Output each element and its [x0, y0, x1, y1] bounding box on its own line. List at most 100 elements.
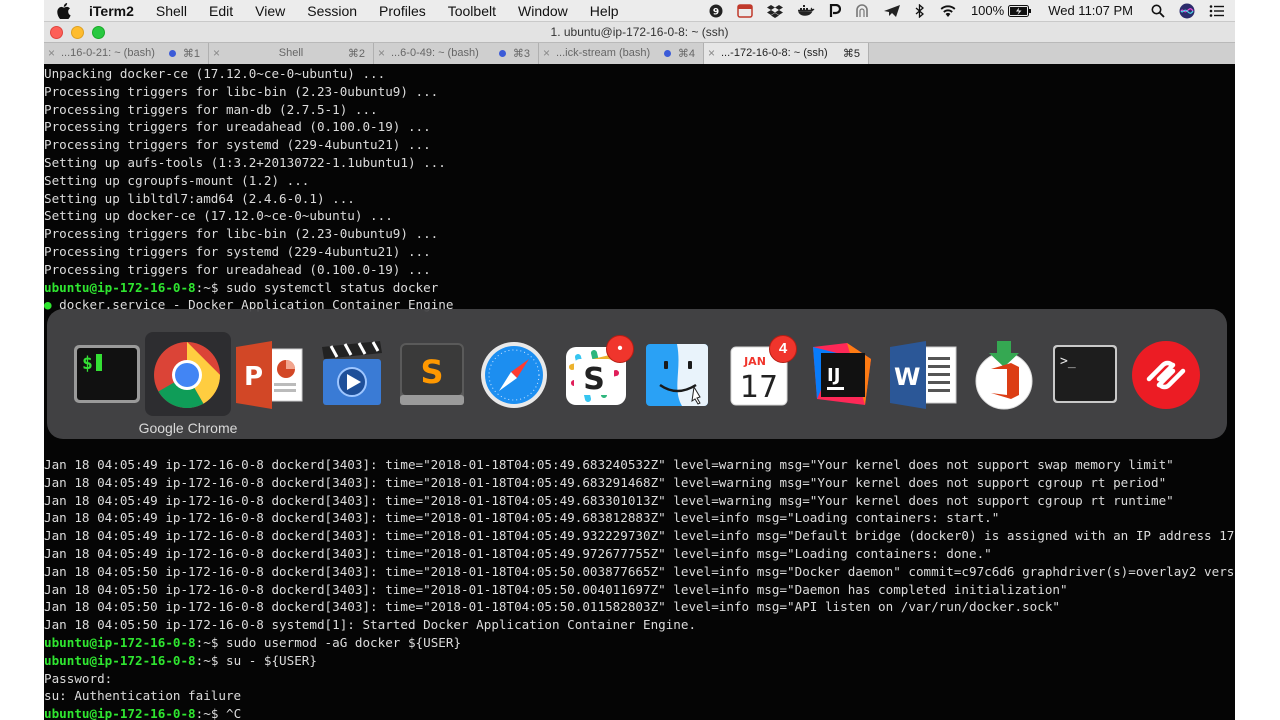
wifi-icon[interactable]: [939, 4, 957, 18]
tab-activity-dot: [664, 50, 671, 57]
terminal-line: ubuntu@ip-172-16-0-8:~$ sudo systemctl s…: [44, 279, 438, 297]
tab-4[interactable]: × ...ick-stream (bash) ⌘4: [539, 43, 704, 64]
menu-edit[interactable]: Edit: [209, 3, 233, 19]
calendar-month: JAN: [743, 355, 766, 368]
window-title: 1. ubuntu@ip-172-16-0-8: ~ (ssh): [550, 25, 729, 39]
app-switcher: $ P S S • JAN 17 4 IJ W >_ Google Chrome: [47, 309, 1227, 439]
tab-5[interactable]: × ...-172-16-0-8: ~ (ssh) ⌘5: [704, 43, 869, 64]
terminal-line: Setting up aufs-tools (1:3.2+20130722-1.…: [44, 154, 446, 172]
terminal-line: Setting up cgroupfs-mount (1.2) ...: [44, 172, 309, 190]
battery-icon[interactable]: [1008, 4, 1032, 17]
app-switcher-selected-name: Google Chrome: [138, 420, 238, 436]
spotlight-icon[interactable]: [1151, 4, 1165, 18]
tab-2[interactable]: × Shell ⌘2: [209, 43, 374, 64]
tab-shortcut: ⌘2: [347, 48, 365, 60]
intellij-glyph: IJ: [827, 365, 840, 386]
menu-help[interactable]: Help: [590, 3, 619, 19]
fantastical-icon[interactable]: [737, 3, 753, 18]
powerpoint-icon[interactable]: P: [234, 339, 304, 411]
terminal-line: Processing triggers for ureadahead (0.10…: [44, 118, 431, 136]
authy-icon[interactable]: [1131, 339, 1201, 411]
terminal-line: Processing triggers for man-db (2.7.5-1)…: [44, 101, 378, 119]
terminal-icon[interactable]: >_: [1050, 339, 1120, 411]
bluetooth-icon[interactable]: [915, 3, 925, 18]
tab-activity-dot: [499, 50, 506, 57]
terminal-line-text: Setting up aufs-tools (1:3.2+20130722-1.…: [44, 155, 446, 170]
tab-1[interactable]: × ...16-0-21: ~ (bash) ⌘1: [44, 43, 209, 64]
terminal-line: Jan 18 04:05:49 ip-172-16-0-8 dockerd[34…: [44, 492, 1174, 510]
menu-toolbelt[interactable]: Toolbelt: [448, 3, 496, 19]
menu-window[interactable]: Window: [518, 3, 568, 19]
battery-percent[interactable]: 100%: [971, 3, 1004, 18]
terminal-line-text: Jan 18 04:05:50 ip-172-16-0-8 dockerd[34…: [44, 563, 1235, 579]
menu-view[interactable]: View: [255, 3, 285, 19]
terminal-line-text: Jan 18 04:05:49 ip-172-16-0-8 dockerd[34…: [44, 546, 992, 561]
finder-icon[interactable]: [642, 339, 712, 411]
screenflow-icon[interactable]: [317, 339, 387, 411]
terminal-line-text: Unpacking docker-ce (17.12.0~ce-0~ubuntu…: [44, 66, 386, 81]
menu-session[interactable]: Session: [307, 3, 357, 19]
terminal-line-text: Jan 18 04:05:49 ip-172-16-0-8 dockerd[34…: [44, 528, 1235, 544]
tab-label: ...16-0-21: ~ (bash): [61, 47, 155, 59]
terminal-line-text: Processing triggers for libc-bin (2.23-0…: [44, 226, 439, 242]
airmail-icon[interactable]: [883, 4, 901, 18]
terminal-line: Processing triggers for libc-bin (2.23-0…: [44, 225, 438, 243]
terminal-line-text: Setting up docker-ce (17.12.0~ce-0~ubunt…: [44, 208, 393, 224]
tab-shortcut: ⌘1: [182, 48, 200, 60]
tab-label: ...-172-16-0-8: ~ (ssh): [721, 47, 828, 59]
terminal-line-text: Password:: [44, 670, 113, 686]
terminal-line-text: Processing triggers for libc-bin (2.23-0…: [44, 83, 439, 99]
terminal-line-text: Jan 18 04:05:49 ip-172-16-0-8 dockerd[34…: [44, 510, 1000, 526]
terminal-line-text: Processing triggers for man-db (2.7.5-1)…: [44, 101, 378, 117]
chrome-icon[interactable]: [152, 339, 222, 411]
tab-3[interactable]: × ...6-0-49: ~ (bash) ⌘3: [374, 43, 539, 64]
app-menu-iterm2[interactable]: iTerm2: [89, 3, 134, 19]
tab-close-icon[interactable]: ×: [48, 46, 55, 60]
tab-label: ...6-0-49: ~ (bash): [391, 47, 479, 59]
terminal-line-text: Jan 18 04:05:49 ip-172-16-0-8 dockerd[34…: [44, 457, 1174, 472]
tab-close-icon[interactable]: ×: [543, 46, 550, 60]
tab-close-icon[interactable]: ×: [378, 46, 385, 60]
shell-prompt: ubuntu@ip-172-16-0-8: [44, 635, 196, 650]
tab-label: ...ick-stream (bash): [556, 47, 651, 59]
terminal-line: Processing triggers for ureadahead (0.10…: [44, 261, 431, 279]
svg-text:9: 9: [713, 7, 719, 17]
unknown-arch-icon[interactable]: [855, 3, 869, 18]
notification-center-icon[interactable]: [1209, 4, 1225, 18]
terminal-line-text: Jan 18 04:05:50 ip-172-16-0-8 dockerd[34…: [44, 581, 1068, 597]
menu-bar: iTerm2 Shell Edit View Session Profiles …: [44, 0, 1235, 22]
word-icon[interactable]: W: [888, 339, 958, 411]
office-installer-icon[interactable]: [969, 339, 1039, 411]
tab-activity-dot: [169, 50, 176, 57]
productive-icon[interactable]: [829, 3, 841, 18]
terminal-line-text: Jan 18 04:05:50 ip-172-16-0-8 systemd[1]…: [44, 617, 697, 633]
safari-icon[interactable]: [479, 339, 549, 411]
terminal-line-text: :~$ sudo systemctl status docker: [195, 279, 439, 295]
tab-close-icon[interactable]: ×: [708, 46, 715, 60]
menu-shell[interactable]: Shell: [156, 3, 187, 19]
terminal-line-text: Jan 18 04:05:49 ip-172-16-0-8 dockerd[34…: [44, 492, 1174, 508]
terminal-line: Unpacking docker-ce (17.12.0~ce-0~ubuntu…: [44, 65, 385, 83]
terminal-line-text: Processing triggers for ureadahead (0.10…: [44, 119, 431, 135]
terminal-line-text: :~$ sudo usermod -aG docker ${USER}: [195, 635, 462, 650]
siri-icon[interactable]: [1179, 3, 1195, 19]
svg-text:P: P: [244, 362, 263, 392]
apple-menu-icon[interactable]: [57, 2, 71, 19]
shell-prompt: ubuntu@ip-172-16-0-8: [44, 706, 196, 720]
calendar-badge: 4: [769, 335, 797, 363]
menubar-clock[interactable]: Wed 11:07 PM: [1048, 3, 1133, 18]
terminal-line: Processing triggers for libc-bin (2.23-0…: [44, 83, 438, 101]
dropbox-icon[interactable]: [766, 4, 783, 18]
terminal-glyph: >_: [1060, 354, 1076, 369]
terminal-line-text: Jan 18 04:05:49 ip-172-16-0-8 dockerd[34…: [44, 474, 1167, 490]
intellij-icon[interactable]: IJ: [807, 339, 877, 411]
sublime-icon[interactable]: S: [397, 339, 467, 411]
terminal-line-text: Processing triggers for ureadahead (0.10…: [44, 261, 431, 277]
docker-icon[interactable]: [797, 4, 815, 18]
terminal-line: Jan 18 04:05:50 ip-172-16-0-8 dockerd[34…: [44, 563, 1235, 581]
tab-shortcut: ⌘3: [512, 48, 530, 60]
alfred-icon[interactable]: 9: [709, 4, 723, 18]
menu-profiles[interactable]: Profiles: [379, 3, 426, 19]
terminal-line: Setting up docker-ce (17.12.0~ce-0~ubunt…: [44, 207, 393, 225]
iterm-icon[interactable]: $: [72, 339, 142, 411]
